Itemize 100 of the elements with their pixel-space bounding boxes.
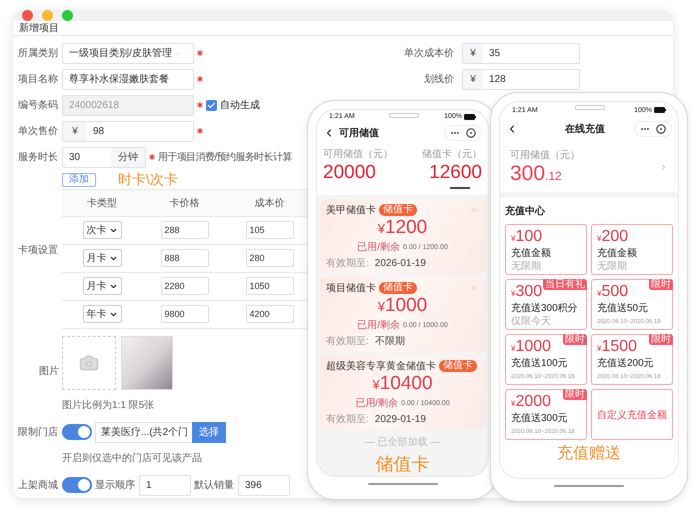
- column-header: 卡价格: [170, 196, 200, 210]
- stat-label: 可用储值（元）: [323, 148, 393, 161]
- used-label: 已用/剩余: [355, 397, 398, 410]
- card-tag: 储值卡: [439, 360, 477, 372]
- field-label: 所属类别: [18, 46, 59, 60]
- field-label: 显示顺序: [95, 478, 136, 492]
- field-label: 项目名称: [18, 73, 59, 86]
- input-field[interactable]: 288: [160, 221, 208, 239]
- home-indicator: [368, 483, 438, 485]
- field-label: 单次售价: [18, 124, 59, 138]
- expiry-label: 有效期至:: [326, 256, 369, 270]
- expiry-label: 有效期至:: [326, 334, 369, 348]
- stat-value: 20000: [323, 161, 376, 185]
- card-type-select[interactable]: 年卡: [82, 305, 122, 323]
- field-label: 单次成本价: [403, 46, 454, 60]
- option-note: 无限期: [597, 261, 627, 273]
- hint-text: 用于项目消费/预约服务时长计算: [158, 150, 292, 164]
- input-field[interactable]: 4200: [246, 305, 294, 323]
- field-label: 上架商城: [18, 478, 59, 492]
- caption-text: 储值卡: [374, 453, 430, 476]
- option-amount: 100: [515, 228, 542, 246]
- input-field[interactable]: 1: [139, 474, 191, 496]
- end-of-list-text: — 已全部加载 —: [364, 436, 442, 449]
- chevron-right-icon[interactable]: [659, 162, 668, 172]
- input-field[interactable]: 2280: [160, 277, 208, 295]
- window-title: 新增项目: [19, 22, 59, 35]
- promo-badge: 限时: [563, 334, 587, 345]
- card-name: 超级美容专享黄金储值卡: [326, 360, 436, 373]
- checkbox-label: 自动生成: [220, 98, 260, 112]
- camera-icon: [79, 353, 99, 373]
- double-chevron-icon: [469, 205, 479, 215]
- store-field[interactable]: 莱美医疗...(共2个门: [95, 422, 193, 442]
- currency-symbol: ¥: [511, 343, 516, 355]
- input-field[interactable]: 1050: [246, 277, 294, 295]
- card-type-select[interactable]: 月卡: [82, 249, 122, 267]
- balance-label: 可用储值（元）: [510, 148, 581, 162]
- option-description: 充值送300积分: [511, 303, 578, 315]
- currency-symbol: ¥: [597, 233, 602, 245]
- target-icon[interactable]: [466, 128, 476, 138]
- caption-text: 时卡\次卡: [118, 171, 178, 189]
- input-field[interactable]: 888: [160, 249, 208, 267]
- promo-badge: 限时: [649, 334, 673, 345]
- target-icon[interactable]: [656, 124, 666, 134]
- custom-amount-option[interactable]: 自定义充值金额: [591, 389, 673, 440]
- price-field[interactable]: ¥ 98: [62, 120, 194, 142]
- tab-indicator: [450, 187, 470, 189]
- checkbox[interactable]: [206, 100, 217, 110]
- option-note: 仅限今天: [511, 316, 551, 328]
- currency-symbol: ¥: [378, 298, 385, 316]
- maximize-button[interactable]: [62, 10, 73, 21]
- photo-placeholder: [121, 336, 173, 390]
- card-name: 项目储值卡: [326, 282, 376, 295]
- battery-icon: [464, 114, 476, 120]
- card-name: 美甲储值卡: [326, 204, 376, 217]
- balance-value: 300.12: [510, 162, 563, 186]
- option-amount: 200: [601, 228, 628, 246]
- field-label: 服务时长: [18, 150, 59, 164]
- expiry-value: 2026-01-19: [374, 258, 426, 268]
- field-label: 划线价: [423, 72, 454, 86]
- field-label: 编号条码: [18, 98, 59, 112]
- price-field[interactable]: ¥ 128: [462, 68, 580, 90]
- option-description: 充值送200元: [597, 358, 654, 370]
- option-description: 充值送300元: [511, 413, 568, 425]
- used-label: 已用/剩余: [357, 319, 400, 332]
- input-field[interactable]: 尊享补水保湿嫩肤套餐: [62, 68, 194, 90]
- card-type-select[interactable]: 次卡: [82, 221, 122, 239]
- card-type-select[interactable]: 月卡: [82, 277, 122, 295]
- currency-symbol: ¥: [511, 398, 516, 410]
- option-amount: 1500: [601, 338, 638, 356]
- currency-symbol: ¥: [378, 220, 385, 238]
- card-tag: 储值卡: [379, 282, 417, 294]
- card-amount: 1000: [384, 295, 428, 317]
- hint-text: 开启则仅选中的门店可见该产品: [62, 453, 202, 464]
- input-field[interactable]: 9800: [160, 305, 208, 323]
- input-field[interactable]: 105: [246, 221, 294, 239]
- expiry-value: 2029-01-19: [374, 414, 426, 424]
- caption-text: 充值赠送: [556, 444, 622, 464]
- currency-symbol: ¥: [511, 233, 516, 245]
- card-amount: 10400: [380, 373, 433, 395]
- recharge-option[interactable]: ¥100 充值金额 无限期: [505, 224, 587, 275]
- currency-addon: ¥: [463, 44, 483, 62]
- select-button[interactable]: 选择: [192, 422, 226, 442]
- toggle-switch[interactable]: [62, 477, 92, 493]
- expiry-label: 有效期至:: [326, 412, 369, 426]
- close-button[interactable]: [22, 10, 33, 21]
- duration-field[interactable]: 30 分钟: [62, 146, 146, 168]
- field-label: 图片: [38, 364, 59, 378]
- used-label: 已用/剩余: [357, 241, 400, 254]
- toggle-switch[interactable]: [62, 424, 92, 440]
- add-button[interactable]: 添加: [62, 173, 96, 187]
- input-field[interactable]: 396: [238, 474, 290, 496]
- field-label: 限制门店: [18, 426, 59, 439]
- input-field[interactable]: 280: [246, 249, 294, 267]
- option-amount: 2000: [515, 393, 552, 411]
- category-select[interactable]: 一级项目类别/皮肤管理: [62, 42, 194, 64]
- currency-symbol: ¥: [511, 288, 516, 300]
- price-field[interactable]: ¥ 35: [462, 42, 580, 64]
- home-indicator: [554, 485, 624, 487]
- recharge-option[interactable]: ¥200 充值金额 无限期: [591, 224, 673, 275]
- field-label: 卡项设置: [18, 244, 59, 257]
